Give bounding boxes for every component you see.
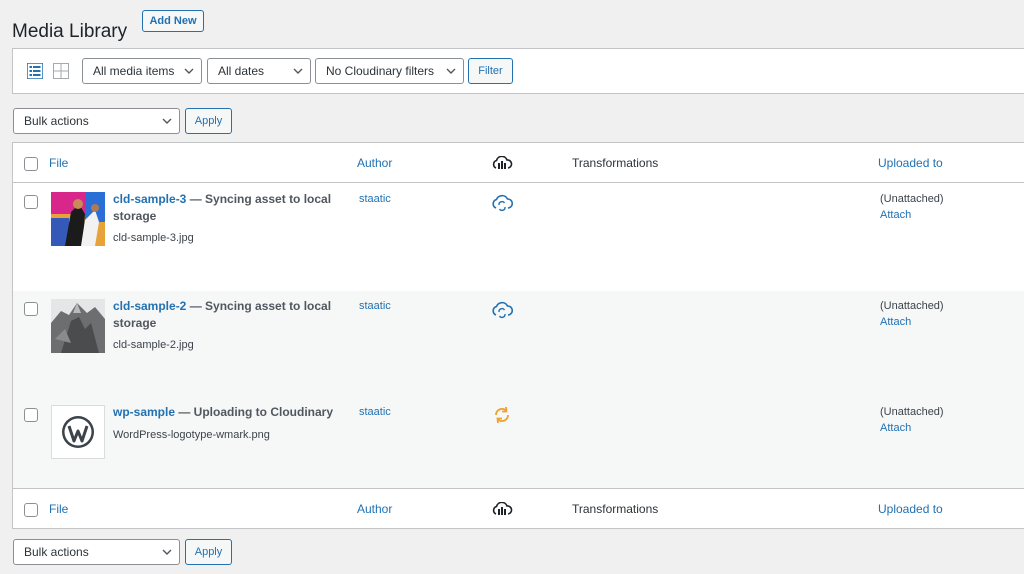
row-title: cld-sample-3 — Syncing asset to local st…	[113, 191, 343, 225]
column-uploaded-to[interactable]: Uploaded to	[878, 502, 943, 516]
row-title: cld-sample-2 — Syncing asset to local st…	[113, 298, 343, 332]
dates-select[interactable]: All dates	[207, 58, 311, 84]
table-row: wp-sample — Uploading to Cloudinary Word…	[13, 397, 1024, 488]
bulk-actions-select-top[interactable]: Bulk actions	[13, 108, 180, 134]
cloud-sync-icon	[492, 301, 513, 319]
column-author[interactable]: Author	[357, 156, 392, 170]
table-row: cld-sample-2 — Syncing asset to local st…	[13, 291, 1024, 397]
media-type-value: All media items	[93, 64, 175, 78]
thumbnail-image[interactable]	[51, 405, 105, 459]
select-all-checkbox-bottom[interactable]	[24, 503, 38, 517]
column-transformations: Transformations	[572, 156, 659, 170]
bulk-actions-value: Bulk actions	[24, 114, 89, 128]
column-author[interactable]: Author	[357, 502, 392, 516]
row-uploaded-to: (Unattached)	[880, 406, 944, 418]
media-table: File Author Transformations Uploaded to …	[12, 142, 1024, 529]
row-checkbox[interactable]	[24, 195, 38, 209]
filter-button[interactable]: Filter	[468, 58, 513, 84]
row-status-text: — Uploading to Cloudinary	[175, 405, 334, 419]
cloudinary-filter-value: No Cloudinary filters	[326, 64, 435, 78]
bulk-actions-value: Bulk actions	[24, 545, 89, 559]
file-title-link[interactable]: cld-sample-2	[113, 299, 186, 313]
column-transformations: Transformations	[572, 502, 659, 516]
row-title: wp-sample — Uploading to Cloudinary	[113, 404, 343, 421]
apply-button-bottom[interactable]: Apply	[185, 539, 232, 565]
column-file[interactable]: File	[49, 502, 68, 516]
row-checkbox[interactable]	[24, 408, 38, 422]
column-file[interactable]: File	[49, 156, 68, 170]
grid-view-icon[interactable]	[53, 63, 69, 79]
row-checkbox[interactable]	[24, 302, 38, 316]
cloudinary-filter-select[interactable]: No Cloudinary filters	[315, 58, 464, 84]
row-author-link[interactable]: staatic	[359, 193, 391, 205]
refresh-icon	[495, 406, 509, 424]
row-author-link[interactable]: staatic	[359, 300, 391, 312]
apply-button-top[interactable]: Apply	[185, 108, 232, 134]
column-uploaded-to[interactable]: Uploaded to	[878, 156, 943, 170]
add-new-button[interactable]: Add New	[142, 10, 204, 32]
chevron-down-icon	[162, 549, 172, 555]
table-row: cld-sample-3 — Syncing asset to local st…	[13, 184, 1024, 291]
cloudinary-cloud-icon	[492, 156, 513, 169]
chevron-down-icon	[446, 68, 456, 74]
row-attach-link[interactable]: Attach	[880, 316, 911, 328]
row-filename: WordPress-logotype-wmark.png	[113, 429, 270, 441]
bulk-actions-select-bottom[interactable]: Bulk actions	[13, 539, 180, 565]
thumbnail-image[interactable]	[51, 192, 105, 246]
table-header: File Author Transformations Uploaded to	[13, 143, 1024, 183]
row-attach-link[interactable]: Attach	[880, 422, 911, 434]
thumbnail-image[interactable]	[51, 299, 105, 353]
table-footer: File Author Transformations Uploaded to	[13, 488, 1024, 528]
chevron-down-icon	[184, 68, 194, 74]
cloudinary-cloud-icon	[492, 502, 513, 515]
chevron-down-icon	[293, 68, 303, 74]
row-filename: cld-sample-2.jpg	[113, 339, 194, 351]
select-all-checkbox[interactable]	[24, 157, 38, 171]
dates-value: All dates	[218, 64, 265, 78]
file-title-link[interactable]: cld-sample-3	[113, 192, 186, 206]
row-uploaded-to: (Unattached)	[880, 300, 944, 312]
cloud-sync-icon	[492, 194, 513, 212]
page-title: Media Library	[12, 20, 128, 42]
row-filename: cld-sample-3.jpg	[113, 232, 194, 244]
list-view-icon[interactable]	[27, 63, 43, 79]
file-title-link[interactable]: wp-sample	[113, 405, 175, 419]
row-uploaded-to: (Unattached)	[880, 193, 944, 205]
row-attach-link[interactable]: Attach	[880, 209, 911, 221]
media-type-select[interactable]: All media items	[82, 58, 202, 84]
row-author-link[interactable]: staatic	[359, 406, 391, 418]
media-toolbar: All media items All dates No Cloudinary …	[12, 48, 1024, 94]
chevron-down-icon	[162, 118, 172, 124]
